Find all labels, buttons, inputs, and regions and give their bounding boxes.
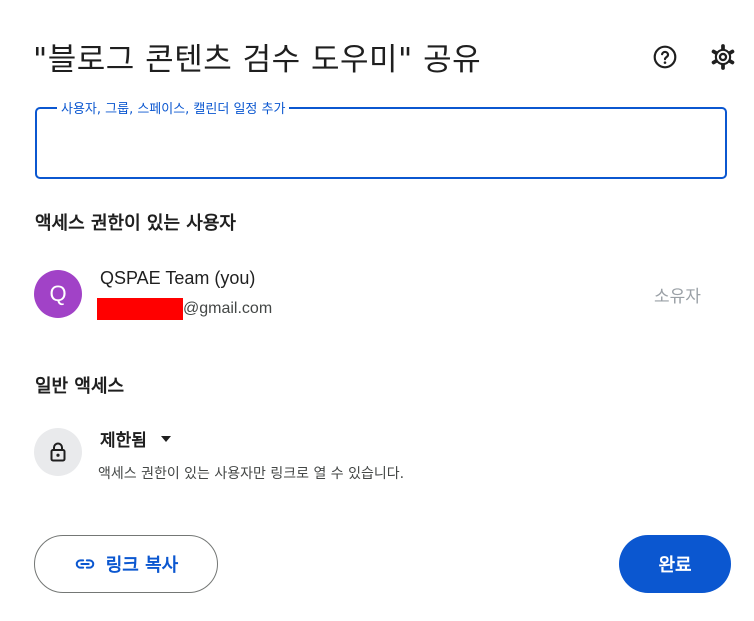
gear-icon — [711, 44, 735, 70]
copy-link-label: 링크 복사 — [105, 555, 179, 576]
user-email: @gmail.com — [97, 297, 272, 321]
done-button[interactable]: 완료 — [619, 535, 731, 593]
user-name: QSPAE Team (you) — [100, 268, 256, 288]
lock-icon-container — [34, 428, 82, 476]
general-access-dropdown[interactable]: 제한됨 — [100, 426, 171, 451]
general-access-setting: 제한됨 — [100, 431, 147, 451]
avatar: Q — [34, 270, 82, 318]
general-access-heading: 일반 액세스 — [35, 376, 125, 397]
done-label: 완료 — [658, 555, 692, 576]
help-circle-icon — [653, 45, 677, 69]
general-access-description: 액세스 권한이 있는 사용자만 링크로 열 수 있습니다. — [98, 466, 405, 482]
dialog-title: "블로그 콘텐츠 검수 도우미" 공유 — [33, 42, 482, 78]
lock-icon — [50, 442, 66, 462]
help-button[interactable] — [650, 42, 680, 72]
user-role: 소유자 — [654, 287, 701, 307]
access-heading: 액세스 권한이 있는 사용자 — [35, 213, 236, 234]
chevron-down-icon — [160, 435, 171, 442]
share-input-label: 사용자, 그룹, 스페이스, 캘린더 일정 추가 — [57, 98, 290, 117]
settings-button[interactable] — [708, 42, 738, 72]
email-redaction — [97, 298, 183, 320]
email-domain: @gmail.com — [183, 300, 273, 317]
share-input-field[interactable]: 사용자, 그룹, 스페이스, 캘린더 일정 추가 — [35, 98, 727, 179]
link-icon — [75, 559, 94, 569]
copy-link-button[interactable]: 링크 복사 — [34, 535, 218, 593]
share-input[interactable] — [51, 127, 705, 159]
